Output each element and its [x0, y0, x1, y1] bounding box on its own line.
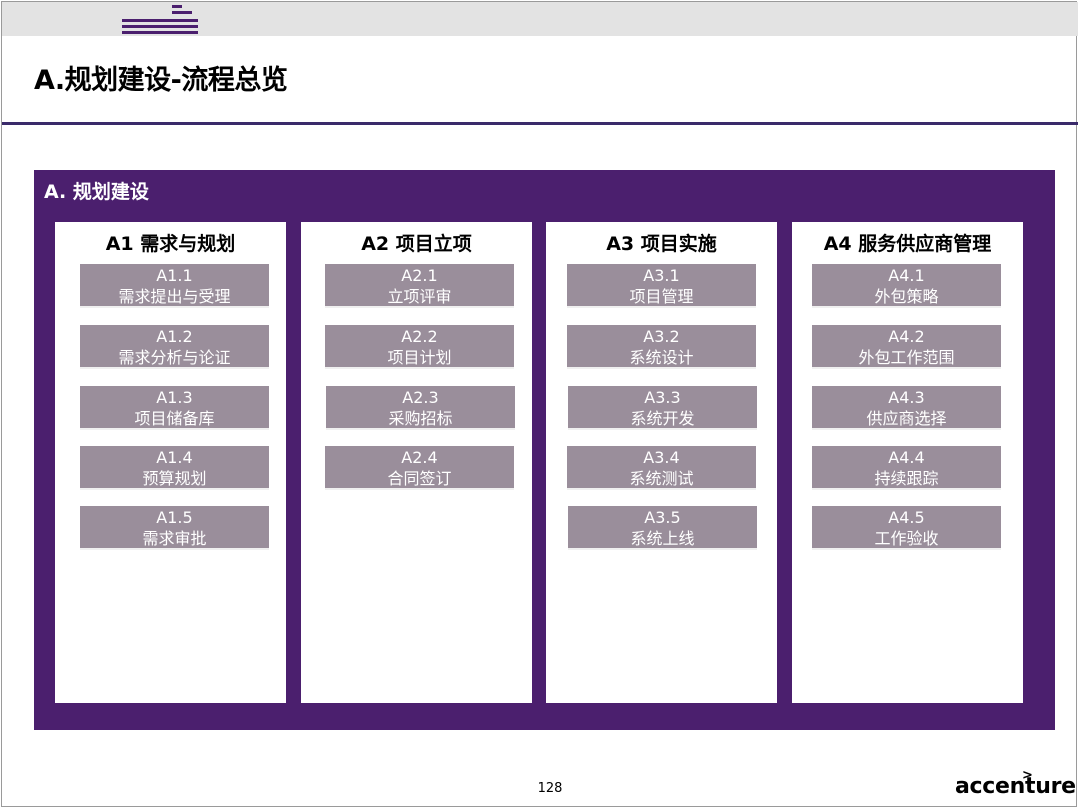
column-heading: A4 服务供应商管理	[823, 233, 992, 255]
item-code: A1.4	[156, 448, 193, 467]
column-heading: A2 项目立项	[361, 233, 472, 255]
item-code: A2.4	[401, 448, 438, 467]
item-label: 系统设计	[629, 348, 694, 367]
item-code: A4.4	[888, 448, 925, 467]
process-item[interactable]: A2.1 立项评审	[325, 264, 514, 308]
item-code: A1.5	[156, 508, 193, 527]
column-a4: A4 服务供应商管理 A4.1 外包策略 A4.2 外包工作范围 A4.3 供应…	[792, 222, 1023, 703]
process-item[interactable]: A4.5 工作验收	[812, 506, 1001, 550]
item-code: A4.1	[888, 266, 925, 285]
item-code: A1.2	[156, 327, 193, 346]
item-code: A2.3	[402, 388, 439, 407]
item-label: 预算规划	[142, 469, 207, 488]
item-code: A1.3	[156, 388, 193, 407]
item-label: 外包策略	[874, 287, 939, 306]
item-label: 立项评审	[387, 287, 452, 306]
item-label: 项目管理	[629, 287, 694, 306]
process-item[interactable]: A2.2 项目计划	[325, 325, 514, 369]
page-number: 128	[537, 781, 563, 796]
column-a2: A2 项目立项 A2.1 立项评审 A2.2 项目计划 A2.3 采购招标 A2…	[301, 222, 532, 703]
process-item[interactable]: A1.4 预算规划	[80, 446, 269, 490]
process-item[interactable]: A4.4 持续跟踪	[812, 446, 1001, 490]
process-item[interactable]: A3.2 系统设计	[567, 325, 756, 369]
item-code: A2.1	[401, 266, 438, 285]
accenture-logo: > accenture	[955, 768, 1076, 800]
item-label: 需求审批	[142, 529, 207, 548]
item-code: A3.5	[644, 508, 681, 527]
process-item[interactable]: A4.2 外包工作范围	[812, 325, 1001, 369]
item-code: A3.4	[643, 448, 680, 467]
process-item[interactable]: A2.3 采购招标	[326, 386, 515, 430]
process-item[interactable]: A1.1 需求提出与受理	[80, 264, 269, 308]
process-item[interactable]: A4.1 外包策略	[812, 264, 1001, 308]
item-label: 合同签订	[387, 469, 452, 488]
header-stripes-decoration	[122, 2, 202, 36]
item-code: A3.2	[643, 327, 680, 346]
item-label: 需求分析与论证	[118, 348, 231, 367]
item-label: 项目储备库	[134, 409, 215, 428]
process-item[interactable]: A3.4 系统测试	[567, 446, 756, 490]
item-label: 供应商选择	[866, 409, 947, 428]
item-label: 外包工作范围	[858, 348, 955, 367]
process-item[interactable]: A3.3 系统开发	[568, 386, 757, 430]
column-a1: A1 需求与规划 A1.1 需求提出与受理 A1.2 需求分析与论证 A1.3 …	[55, 222, 286, 703]
item-label: 采购招标	[388, 409, 453, 428]
process-item[interactable]: A4.3 供应商选择	[812, 386, 1001, 430]
process-item[interactable]: A3.1 项目管理	[567, 264, 756, 308]
process-item[interactable]: A1.2 需求分析与论证	[80, 325, 269, 369]
process-item[interactable]: A3.5 系统上线	[568, 506, 757, 550]
item-code: A3.1	[643, 266, 680, 285]
item-label: 项目计划	[387, 348, 452, 367]
column-heading: A3 项目实施	[606, 233, 717, 255]
title-rule	[2, 122, 1078, 125]
item-label: 系统开发	[630, 409, 695, 428]
item-code: A4.3	[888, 388, 925, 407]
process-item[interactable]: A1.3 项目储备库	[80, 386, 269, 430]
column-a3: A3 项目实施 A3.1 项目管理 A3.2 系统设计 A3.3 系统开发 A3…	[546, 222, 777, 703]
item-label: 系统测试	[629, 469, 694, 488]
section-title: A. 规划建设	[44, 181, 149, 203]
item-code: A4.2	[888, 327, 925, 346]
item-code: A4.5	[888, 508, 925, 527]
process-item[interactable]: A1.5 需求审批	[80, 506, 269, 550]
item-label: 系统上线	[630, 529, 695, 548]
item-label: 工作验收	[874, 529, 939, 548]
item-code: A2.2	[401, 327, 438, 346]
logo-text: accenture	[955, 774, 1076, 799]
column-heading: A1 需求与规划	[105, 233, 236, 255]
process-item[interactable]: A2.4 合同签订	[325, 446, 514, 490]
item-code: A3.3	[644, 388, 681, 407]
item-label: 持续跟踪	[874, 469, 939, 488]
page-title: A.规划建设-流程总览	[34, 65, 288, 96]
item-label: 需求提出与受理	[118, 287, 231, 306]
item-code: A1.1	[156, 266, 193, 285]
